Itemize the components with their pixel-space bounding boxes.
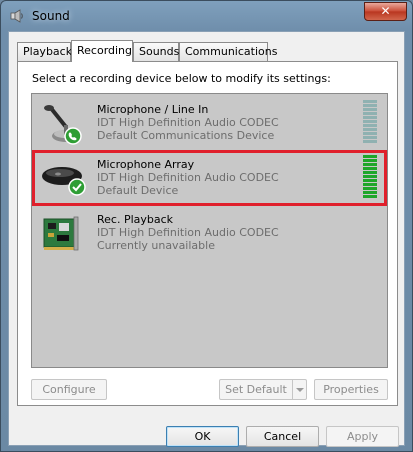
meter-segment	[363, 175, 377, 178]
properties-button[interactable]: Properties	[314, 379, 388, 400]
meter-segment	[363, 167, 377, 170]
level-meter	[363, 100, 377, 144]
meter-segment	[363, 195, 377, 198]
device-item-microphone-array[interactable]: Microphone Array IDT High Definition Aud…	[32, 150, 387, 206]
device-name: Rec. Playback	[97, 213, 174, 226]
chevron-down-icon[interactable]	[292, 380, 306, 399]
meter-segment	[363, 171, 377, 174]
meter-segment	[363, 128, 377, 131]
device-item-rec-playback[interactable]: Rec. Playback IDT High Definition Audio …	[34, 207, 385, 259]
meter-segment	[363, 140, 377, 143]
meter-segment	[363, 108, 377, 111]
tab-recording[interactable]: Recording	[71, 40, 133, 62]
sound-card-icon	[43, 216, 79, 251]
meter-segment	[363, 100, 377, 103]
device-status: Currently unavailable	[97, 239, 215, 252]
meter-segment	[363, 136, 377, 139]
device-driver: IDT High Definition Audio CODEC	[97, 116, 279, 129]
cancel-button[interactable]: Cancel	[246, 426, 319, 447]
meter-segment	[363, 179, 377, 182]
title-bar[interactable]: Sound ✕	[1, 1, 412, 31]
device-list[interactable]: Microphone / Line In IDT High Definition…	[31, 93, 388, 368]
device-status: Default Communications Device	[97, 129, 275, 142]
window-title: Sound	[32, 9, 70, 23]
phone-badge-icon	[64, 127, 82, 145]
tab-playback[interactable]: Playback	[17, 42, 72, 61]
device-name: Microphone / Line In	[97, 103, 209, 116]
speaker-icon	[10, 9, 23, 23]
meter-segment	[363, 187, 377, 190]
set-default-label: Set Default	[225, 383, 287, 396]
device-driver: IDT High Definition Audio CODEC	[97, 171, 279, 184]
apply-button[interactable]: Apply	[326, 426, 399, 447]
meter-segment	[363, 112, 377, 115]
meter-segment	[363, 132, 377, 135]
device-item-microphone-line-in[interactable]: Microphone / Line In IDT High Definition…	[34, 97, 385, 149]
check-badge-icon	[68, 178, 86, 196]
meter-segment	[363, 104, 377, 107]
device-name: Microphone Array	[97, 158, 195, 171]
meter-segment	[363, 159, 377, 162]
instructions-text: Select a recording device below to modif…	[32, 72, 331, 85]
meter-segment	[363, 120, 377, 123]
meter-segment	[363, 163, 377, 166]
ok-button[interactable]: OK	[166, 426, 239, 447]
tab-sounds[interactable]: Sounds	[133, 42, 179, 61]
meter-segment	[363, 124, 377, 127]
device-status: Default Device	[97, 184, 179, 197]
set-default-button[interactable]: Set Default	[219, 379, 307, 400]
close-icon: ✕	[380, 4, 391, 18]
meter-segment	[363, 155, 377, 158]
meter-segment	[363, 183, 377, 186]
meter-segment	[363, 191, 377, 194]
close-button[interactable]: ✕	[364, 2, 407, 21]
tab-communications[interactable]: Communications	[179, 42, 277, 61]
device-driver: IDT High Definition Audio CODEC	[97, 226, 279, 239]
recording-panel: Select a recording device below to modif…	[17, 61, 398, 406]
sound-dialog-window: Sound ✕ Playback Recording Sounds Commun…	[0, 0, 413, 452]
meter-segment	[363, 116, 377, 119]
configure-button[interactable]: Configure	[31, 379, 107, 400]
dialog-body: Playback Recording Sounds Communications…	[8, 31, 405, 447]
level-meter	[363, 155, 377, 199]
